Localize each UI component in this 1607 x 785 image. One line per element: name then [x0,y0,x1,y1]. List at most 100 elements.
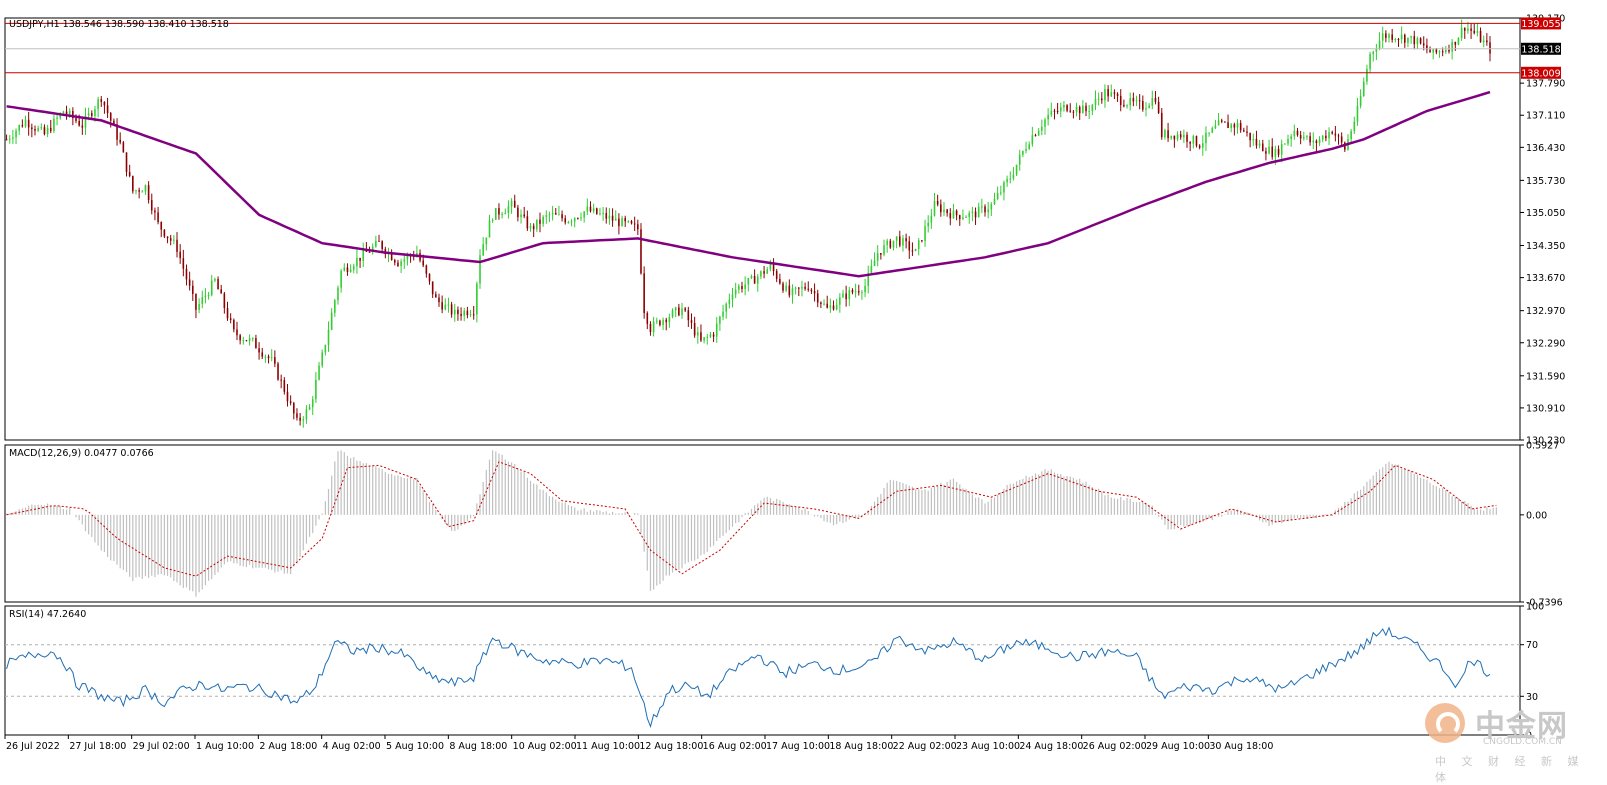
candle-body [659,320,661,325]
candle-body [570,221,573,223]
candle-body [125,152,128,172]
candle-body [264,356,267,358]
candle-body [782,283,784,291]
candle-body [649,323,652,333]
candle-body [722,311,724,317]
candle-body [545,215,548,217]
candle-body [848,290,851,300]
candle-body [255,338,257,349]
candle-body [229,318,232,320]
candle-body [1031,135,1034,145]
price-tick-label: 135.730 [1526,176,1565,187]
candle-body [160,222,163,230]
candle-body [1271,146,1274,157]
candle-body [144,185,147,192]
candle-body [908,241,911,251]
candle-body [706,336,709,338]
candle-body [154,210,156,213]
candle-body [403,259,406,262]
candle-body [640,229,642,274]
candle-body [422,260,425,266]
candle-body [1482,40,1485,43]
candle-body [1261,143,1264,152]
candle-body [851,290,854,293]
candle-body [233,319,235,330]
price-tick-label: 136.430 [1526,143,1565,154]
time-tick-label: 29 Jul 02:00 [133,741,190,752]
time-tick-label: 16 Aug 02:00 [703,741,767,752]
candle-body [681,308,683,316]
candle-body [678,307,680,316]
candle-body [1441,51,1444,53]
candle-body [696,332,699,336]
candle-body [624,218,627,222]
candle-body [169,238,172,241]
candle-body [1037,130,1040,136]
candle-body [1094,98,1097,105]
price-tick-label: 131.590 [1526,371,1565,382]
candle-body [34,129,36,131]
candle-body [883,245,885,255]
candle-body [1044,119,1046,127]
candle-body [1362,81,1365,96]
candle-body [684,308,686,311]
candle-body [917,240,920,249]
candle-body [586,206,589,212]
candle-body [621,218,623,227]
candle-body [1189,141,1191,144]
candle-body [311,399,314,408]
candle-body [1012,174,1015,179]
rsi-axis: 100 70 30 0 [1520,602,1544,742]
candle-body [1489,42,1491,54]
candle-body [801,286,803,289]
candle-body [1277,149,1280,155]
candle-body [135,190,137,192]
candle-body [1479,30,1482,43]
candle-body [1394,38,1397,40]
candle-body [898,236,901,246]
candle-body [1438,51,1441,53]
candle-body [1334,133,1337,136]
candle-body [1132,98,1135,102]
candle-body [962,217,964,219]
candle-body [435,294,437,298]
candle-body [889,240,892,248]
candle-body [513,200,516,208]
candle-body [1321,135,1324,140]
time-tick-label: 11 Aug 10:00 [576,741,640,752]
candle-body [457,309,459,315]
candle-body [185,268,188,280]
candle-body [359,257,361,261]
candle-body [971,211,974,213]
candle-body [703,337,705,341]
candle-body [523,214,526,217]
candle-body [895,236,898,241]
candle-body [1041,126,1043,131]
candle-body [829,305,832,308]
candle-body [1325,135,1327,139]
candle-body [775,271,778,279]
candle-body [302,419,305,421]
candle-body [75,118,77,121]
candle-body [1381,33,1384,41]
candle-body [242,340,245,342]
candle-body [1290,136,1292,140]
candle-body [845,293,847,300]
candle-body [554,213,557,215]
candle-body [725,303,728,312]
candle-body [1280,143,1283,155]
candle-body [820,302,822,304]
macd-title: MACD(12,26,9) 0.0477 0.0766 [9,448,154,459]
candle-body [823,303,825,305]
candle-body [1432,49,1435,53]
candle-body [542,216,544,224]
candle-body [1445,50,1447,52]
candle-body [595,208,598,214]
candle-body [911,250,914,252]
candle-body [346,267,349,272]
candle-body [993,199,996,205]
candle-body [832,305,835,310]
candle-body [56,117,58,119]
candle-body [652,321,655,333]
candle-body [97,99,99,110]
